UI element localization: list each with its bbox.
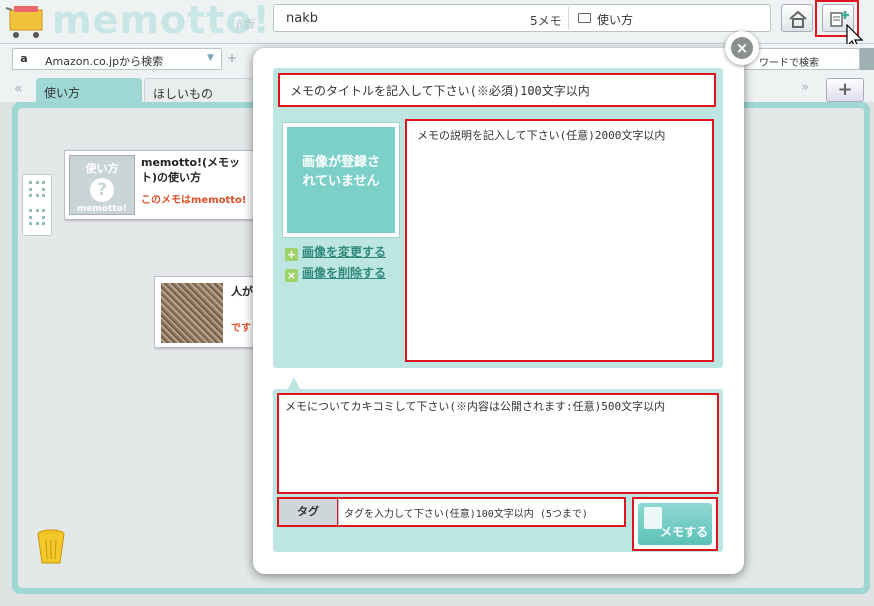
memo-description-textarea[interactable]: メモの説明を記入して下さい(任意)2000文字以内: [405, 119, 714, 362]
change-image-link[interactable]: + 画像を変更する: [285, 243, 386, 261]
plus-icon: +: [285, 248, 298, 261]
memo-image: 画像が登録されていません: [282, 122, 400, 238]
close-icon: ×: [735, 39, 749, 57]
change-image-label: 画像を変更する: [302, 245, 387, 259]
x-icon: ×: [285, 269, 298, 282]
image-placeholder-text: 画像が登録されていません: [302, 155, 381, 189]
memo-comment-textarea[interactable]: メモについてカキコミして下さい(※内容は公開されます:任意)500文字以内: [277, 393, 719, 494]
close-button[interactable]: ×: [725, 31, 759, 65]
delete-image-link[interactable]: × 画像を削除する: [285, 264, 386, 282]
memo-title-input[interactable]: メモのタイトルを記入して下さい(※必須)100文字以内: [278, 73, 716, 107]
image-placeholder: 画像が登録されていません: [287, 127, 395, 233]
panel-pointer: [288, 377, 300, 389]
tag-input[interactable]: タグを入力して下さい(任意)100文字以内 (5つまで): [338, 497, 626, 527]
tag-label: タグ: [277, 497, 339, 527]
memo-submit-button[interactable]: メモする: [632, 497, 718, 551]
delete-image-label: 画像を削除する: [302, 266, 387, 280]
submit-button-face: メモする: [638, 503, 712, 545]
submit-label: メモする: [660, 525, 709, 539]
